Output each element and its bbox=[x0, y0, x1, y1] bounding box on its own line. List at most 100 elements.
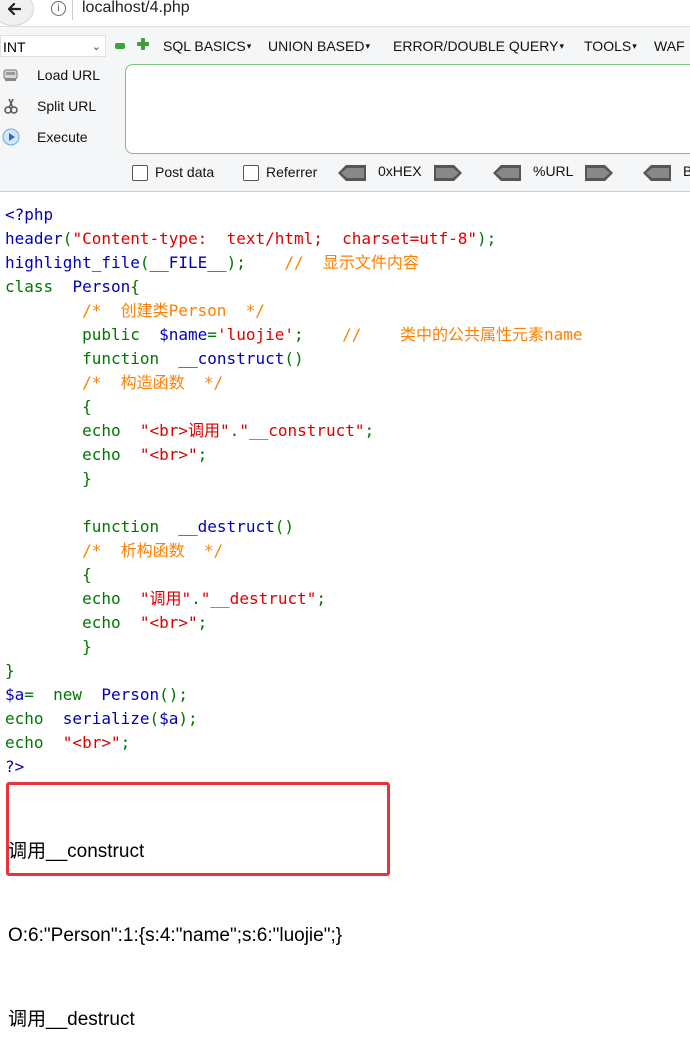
code-line: ?> bbox=[5, 755, 583, 779]
menu-sql-basics[interactable]: SQL BASICS▾ bbox=[163, 38, 251, 54]
menu-label: ERROR/DOUBLE QUERY bbox=[393, 38, 559, 54]
referrer-checkbox[interactable] bbox=[243, 165, 259, 181]
code-line: echo "调用"."__destruct"; bbox=[5, 587, 583, 611]
code-token: = new bbox=[24, 685, 102, 704]
injection-type-select[interactable]: INT ⌄ bbox=[0, 35, 106, 57]
url-textarea[interactable] bbox=[125, 64, 690, 154]
code-token: echo bbox=[5, 421, 140, 440]
menu-union-based[interactable]: UNION BASED▾ bbox=[268, 38, 370, 54]
hackbar-toolbar: INT ⌄ SQL BASICS▾ UNION BASED▾ ERROR/DOU… bbox=[0, 26, 690, 192]
code-token: ); bbox=[477, 229, 497, 248]
hex-decode-arrow-icon[interactable] bbox=[338, 165, 366, 181]
caret-down-icon: ▾ bbox=[365, 41, 370, 51]
code-line: echo "<br>"; bbox=[5, 731, 583, 755]
base64-decode-arrow-icon[interactable] bbox=[643, 165, 671, 181]
code-token: serialize bbox=[62, 709, 150, 728]
code-token: /* 创建类Person */ bbox=[82, 301, 265, 320]
code-line: function __destruct() bbox=[5, 515, 583, 539]
code-token: echo bbox=[5, 709, 63, 728]
code-token: Person bbox=[101, 685, 160, 704]
url-encode-label: %URL bbox=[533, 163, 574, 179]
plus-icon[interactable] bbox=[137, 38, 149, 50]
code-token: class bbox=[5, 277, 73, 296]
menu-label: WAF bbox=[654, 38, 685, 54]
code-token: ( bbox=[149, 709, 160, 728]
url-decode-arrow-icon[interactable] bbox=[493, 165, 521, 181]
code-line: highlight_file(__FILE__); // 显示文件内容 bbox=[5, 251, 583, 275]
output-line-serialized: O:6:"Person":1:{s:4:"name";s:6:"luojie";… bbox=[8, 925, 343, 946]
base64-label: B bbox=[683, 163, 690, 179]
load-url-icon bbox=[3, 69, 18, 81]
code-token: ; bbox=[197, 445, 208, 464]
code-token: "<br>" bbox=[139, 613, 198, 632]
split-url-button[interactable]: Split URL bbox=[0, 95, 120, 121]
code-token: /* 构造函数 */ bbox=[82, 373, 224, 392]
code-token: // 类中的公共属性元素name bbox=[342, 325, 583, 344]
code-line: header("Content-type: text/html; charset… bbox=[5, 227, 583, 251]
scissors-icon bbox=[4, 98, 18, 114]
code-token: __construct bbox=[178, 349, 285, 368]
code-line: /* 创建类Person */ bbox=[5, 299, 583, 323]
code-token: (); bbox=[159, 685, 189, 704]
hex-encode-arrow-icon[interactable] bbox=[434, 165, 462, 181]
code-token: Person bbox=[72, 277, 131, 296]
back-button[interactable] bbox=[0, 0, 34, 26]
code-token: $a bbox=[5, 685, 25, 704]
caret-down-icon: ▾ bbox=[559, 41, 564, 51]
code-token: function bbox=[5, 349, 179, 368]
code-line: echo "<br>"; bbox=[5, 611, 583, 635]
code-line: public $name='luojie'; // 类中的公共属性元素name bbox=[5, 323, 583, 347]
hex-label: 0xHEX bbox=[378, 163, 422, 179]
code-token: "调用" bbox=[139, 589, 192, 608]
url-encode-arrow-icon[interactable] bbox=[585, 165, 613, 181]
code-token: echo bbox=[5, 733, 63, 752]
code-token: () bbox=[284, 349, 304, 368]
menu-label: UNION BASED bbox=[268, 38, 365, 54]
code-token: () bbox=[274, 517, 294, 536]
code-token: ?> bbox=[5, 757, 25, 776]
code-token: "__destruct" bbox=[200, 589, 317, 608]
code-token: echo bbox=[5, 589, 140, 608]
code-line: class Person{ bbox=[5, 275, 583, 299]
menu-error-double-query[interactable]: ERROR/DOUBLE QUERY▾ bbox=[393, 38, 564, 54]
menu-label: TOOLS bbox=[584, 38, 632, 54]
code-line: function __construct() bbox=[5, 347, 583, 371]
code-line: echo serialize($a); bbox=[5, 707, 583, 731]
code-token: "<br>" bbox=[62, 733, 121, 752]
execute-button[interactable]: Execute bbox=[0, 126, 120, 152]
code-token: ( bbox=[62, 229, 73, 248]
code-token: . bbox=[191, 589, 201, 608]
code-token: "Content-type: text/html; charset=utf-8" bbox=[72, 229, 478, 248]
code-line: } bbox=[5, 659, 583, 683]
code-token: "__construct" bbox=[239, 421, 365, 440]
post-data-checkbox[interactable] bbox=[132, 165, 148, 181]
highlight-box bbox=[6, 782, 390, 876]
code-token: ; bbox=[120, 733, 131, 752]
code-token: ( bbox=[139, 253, 150, 272]
code-token: header bbox=[5, 229, 63, 248]
code-token: . bbox=[229, 421, 240, 440]
minus-icon[interactable] bbox=[115, 43, 125, 49]
code-line: $a= new Person(); bbox=[5, 683, 583, 707]
menu-waf[interactable]: WAF bbox=[654, 38, 685, 54]
code-token: __destruct bbox=[178, 517, 275, 536]
code-line: { bbox=[5, 563, 583, 587]
code-line: /* 构造函数 */ bbox=[5, 371, 583, 395]
caret-down-icon: ▾ bbox=[632, 41, 637, 51]
referrer-label: Referrer bbox=[266, 164, 318, 180]
code-token: $a bbox=[159, 709, 179, 728]
menu-label: SQL BASICS bbox=[163, 38, 246, 54]
menu-tools[interactable]: TOOLS▾ bbox=[584, 38, 637, 54]
code-token: ); bbox=[178, 709, 198, 728]
url-field[interactable]: localhost/4.php bbox=[82, 0, 190, 17]
execute-label: Execute bbox=[37, 129, 88, 145]
load-url-button[interactable]: Load URL bbox=[0, 64, 120, 90]
code-token: "<br>" bbox=[139, 445, 198, 464]
code-line: /* 析构函数 */ bbox=[5, 539, 583, 563]
code-token: ; bbox=[197, 613, 208, 632]
code-line: } bbox=[5, 635, 583, 659]
code-token: { bbox=[130, 277, 140, 296]
info-icon[interactable]: i bbox=[51, 1, 66, 16]
